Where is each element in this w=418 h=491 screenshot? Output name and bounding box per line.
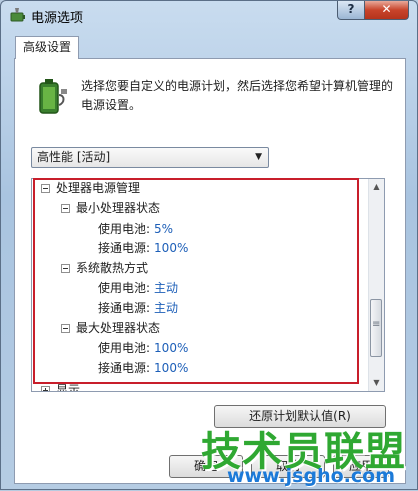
max-state-battery-value[interactable]: 100% [154,341,188,355]
scroll-down-arrow-icon[interactable]: ▼ [369,375,384,391]
cooling-ac-value[interactable]: 主动 [154,301,178,315]
tree-item-max-state-battery[interactable]: 使用电池: 100% [98,339,188,357]
restore-defaults-button[interactable]: 还原计划默认值(R) [214,405,386,428]
tree-scrollbar[interactable]: ▲ ▼ [368,179,384,391]
tree-item-min-state-ac[interactable]: 接通电源: 100% [98,239,188,257]
tab-advanced-settings[interactable]: 高级设置 [15,36,79,59]
battery-plug-icon [39,79,67,114]
tree-item-max-state-ac[interactable]: 接通电源: 100% [98,359,188,377]
scroll-up-arrow-icon[interactable]: ▲ [369,179,384,195]
apply-button[interactable]: 应用 [333,455,389,478]
ok-button[interactable]: 确定 [169,455,243,478]
settings-tree[interactable]: 处理器电源管理 最小处理器状态 使用电池: 5% 接通电源: 100% 系统散热方式… [31,178,385,392]
tree-item-cooling-ac[interactable]: 接通电源: 主动 [98,299,178,317]
power-options-icon [10,8,25,22]
max-state-ac-value[interactable]: 100% [154,361,188,375]
cooling-battery-value[interactable]: 主动 [154,281,178,295]
min-state-battery-value[interactable]: 5% [154,222,173,236]
chevron-down-icon: ▼ [255,152,262,162]
title-bar[interactable]: 电源选项 ? ✕ [1,1,417,31]
scrollbar-thumb[interactable] [370,299,382,357]
collapse-icon[interactable] [61,264,70,273]
help-button[interactable]: ? [337,1,365,20]
tree-item-min-state[interactable]: 最小处理器状态 [61,199,160,217]
power-plan-select[interactable]: 高性能 [活动] ▼ [31,147,269,168]
power-options-window: 电源选项 ? ✕ 高级设置 选择您要自定义的电源计划，然后选择您希望计算机管理的… [0,0,418,490]
cancel-button[interactable]: 取消 [251,455,325,478]
collapse-icon[interactable] [61,324,70,333]
tree-item-processor[interactable]: 处理器电源管理 [41,179,140,197]
tree-item-cooling-battery[interactable]: 使用电池: 主动 [98,279,178,297]
window-title: 电源选项 [31,11,84,26]
min-state-ac-value[interactable]: 100% [154,241,188,255]
tree-item-cooling[interactable]: 系统散热方式 [61,259,148,277]
expand-icon[interactable] [41,386,50,391]
collapse-icon[interactable] [41,184,50,193]
close-button[interactable]: ✕ [364,1,409,20]
power-plan-value: 高性能 [活动] [37,150,111,164]
collapse-icon[interactable] [61,204,70,213]
tree-item-display[interactable]: 显示 [41,381,80,391]
tree-item-min-state-battery[interactable]: 使用电池: 5% [98,220,173,238]
intro-text: 选择您要自定义的电源计划，然后选择您希望计算机管理的电源设置。 [81,79,394,112]
tree-item-max-state[interactable]: 最大处理器状态 [61,319,160,337]
